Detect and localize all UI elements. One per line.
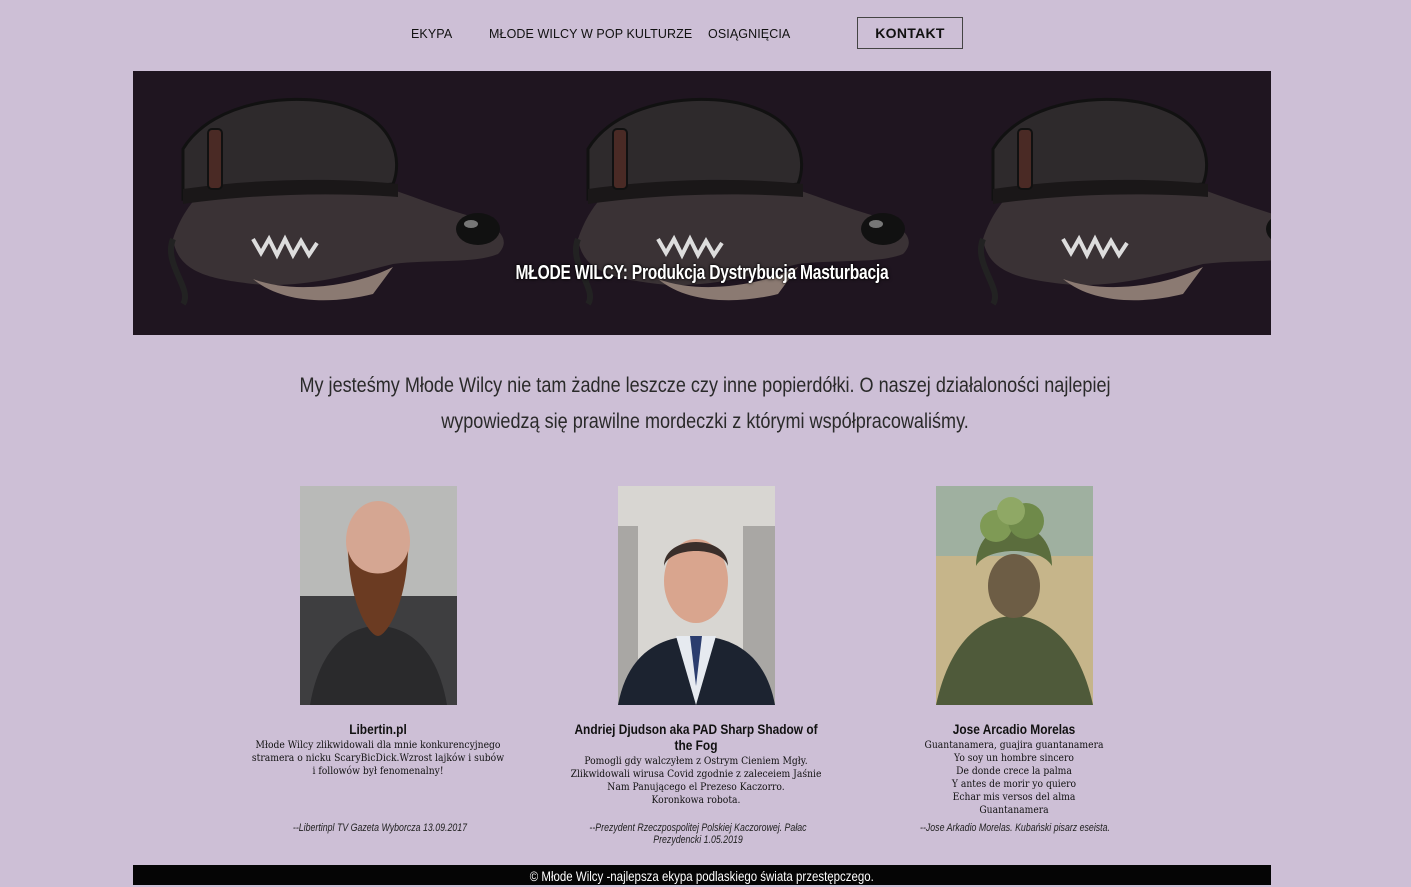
testimonial-card: Jose Arcadio Morelas Guantanamera, guaji… [864, 486, 1164, 817]
testimonial-photo [299, 486, 457, 705]
testimonial-card: Andriej Djudson aka PAD Sharp Shadow of … [546, 486, 846, 807]
contact-button[interactable]: KONTAKT [857, 17, 963, 49]
hero-title: MŁODE WILCY: Produkcja Dystrybucja Mastu… [515, 262, 889, 284]
testimonial-signature: --Jose Arkadio Morelas. Kubański pisarz … [920, 822, 1110, 834]
testimonial-name: Jose Arcadio Morelas [952, 721, 1076, 737]
testimonial-quote: Młode Wilcy zlikwidowali dla mnie konkur… [251, 740, 505, 777]
nav-link-osiagniecia[interactable]: OSIĄGNIĘCIA [708, 27, 790, 41]
nav-link-ekypa[interactable]: EKYPA [411, 27, 452, 41]
hero-banner: MŁODE WILCY: Produkcja Dystrybucja Mastu… [133, 71, 1271, 335]
testimonial-quote: Pomogli gdy walczyłem z Ostrym Cieniem M… [570, 756, 822, 806]
testimonial-name: Libertin.pl [349, 721, 407, 737]
testimonial-signature: --Prezydent Rzeczpospolitej Polskiej Kac… [589, 822, 807, 846]
nav-link-pop-kultura[interactable]: MŁODE WILCY W POP KULTURZE [489, 27, 692, 41]
top-navigation: EKYPA MŁODE WILCY W POP KULTURZE OSIĄGNI… [0, 0, 1411, 70]
intro-text: My jesteśmy Młode Wilcy nie tam żadne le… [299, 374, 1111, 433]
testimonial-signature: --Libertinpl TV Gazeta Wyborcza 13.09.20… [292, 822, 468, 834]
testimonial-quote: Guantanamera, guajira guantanamera Yo so… [924, 740, 1104, 816]
testimonial-photo [617, 486, 775, 705]
footer-text: © Młode Wilcy -najlepsza ekypa podlaskie… [529, 868, 875, 884]
testimonial-photo [935, 486, 1093, 705]
testimonial-name: Andriej Djudson aka PAD Sharp Shadow of … [574, 721, 818, 753]
footer: © Młode Wilcy -najlepsza ekypa podlaskie… [133, 865, 1271, 885]
testimonial-card: Libertin.pl Młode Wilcy zlikwidowali dla… [228, 486, 528, 778]
